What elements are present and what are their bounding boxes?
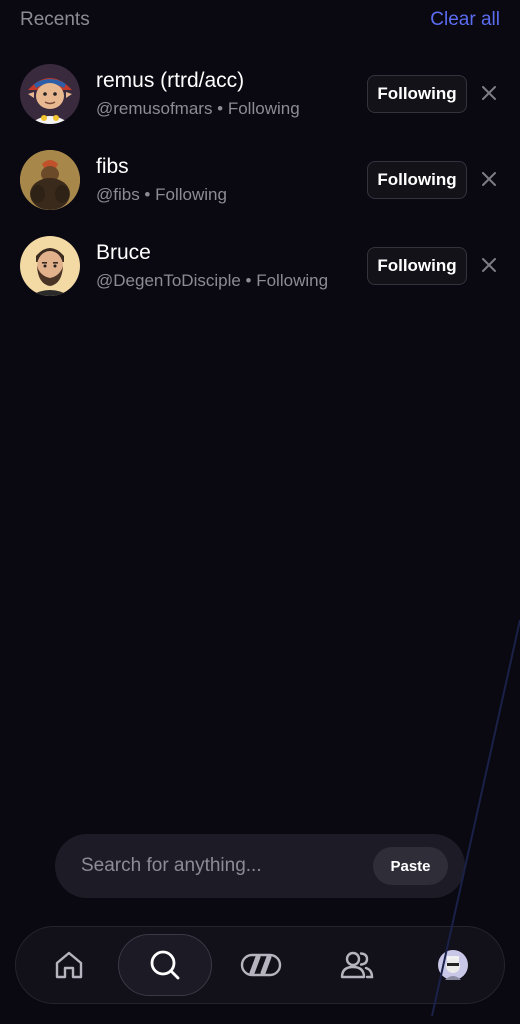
- nav-home[interactable]: [22, 934, 116, 996]
- profile-avatar: [438, 950, 468, 980]
- nav-profile[interactable]: [406, 934, 500, 996]
- search-bar: Paste: [55, 834, 465, 898]
- list-item[interactable]: Bruce @DegenToDisciple • Following Follo…: [0, 234, 520, 320]
- following-button[interactable]: Following: [367, 161, 467, 199]
- list-item[interactable]: remus (rtrd/acc) @remusofmars • Followin…: [0, 62, 520, 148]
- display-name: remus (rtrd/acc): [96, 69, 245, 92]
- close-icon[interactable]: [478, 254, 500, 276]
- search-screen: Recents Clear all remus (rtrd/acc) @remu…: [0, 0, 520, 1024]
- handle-line: @fibs • Following: [96, 185, 227, 204]
- people-icon: [340, 951, 374, 979]
- clear-all-link[interactable]: Clear all: [430, 9, 500, 31]
- avatar[interactable]: [20, 150, 80, 210]
- close-icon[interactable]: [478, 82, 500, 104]
- account-text: Bruce @DegenToDisciple • Following: [96, 234, 328, 292]
- nav-search[interactable]: [118, 934, 212, 996]
- following-button[interactable]: Following: [367, 247, 467, 285]
- nav-people[interactable]: [310, 934, 404, 996]
- account-text: remus (rtrd/acc) @remusofmars • Followin…: [96, 62, 300, 120]
- recents-title: Recents: [20, 9, 90, 30]
- close-icon[interactable]: [478, 168, 500, 190]
- nav-feeds[interactable]: [214, 934, 308, 996]
- handle-line: @remusofmars • Following: [96, 99, 300, 118]
- recents-header: Recents Clear all: [20, 6, 500, 34]
- list-item[interactable]: fibs @fibs • Following Following: [0, 148, 520, 234]
- display-name: fibs: [96, 155, 129, 178]
- paste-button[interactable]: Paste: [373, 847, 448, 885]
- following-button[interactable]: Following: [367, 75, 467, 113]
- handle-line: @DegenToDisciple • Following: [96, 271, 329, 290]
- feeds-icon: [240, 953, 282, 977]
- display-name: Bruce: [96, 241, 151, 264]
- avatar[interactable]: [20, 64, 80, 124]
- search-icon: [150, 950, 180, 980]
- recent-accounts-list: remus (rtrd/acc) @remusofmars • Followin…: [0, 62, 520, 320]
- avatar[interactable]: [20, 236, 80, 296]
- home-icon: [55, 951, 83, 979]
- account-text: fibs @fibs • Following: [96, 148, 227, 206]
- search-input[interactable]: [81, 855, 361, 877]
- bottom-nav: [15, 926, 505, 1004]
